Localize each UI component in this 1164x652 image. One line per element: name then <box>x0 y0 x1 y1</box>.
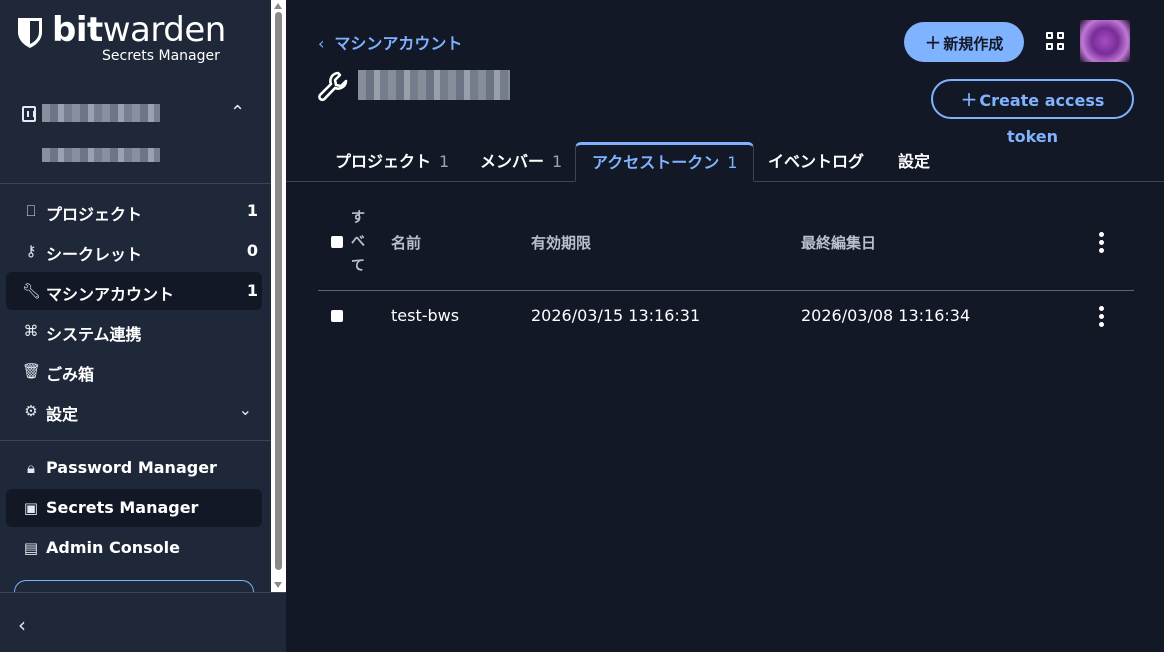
row-checkbox[interactable] <box>331 310 343 322</box>
plus-icon: + <box>924 30 942 54</box>
sidebar-item-label: システム連携 <box>46 325 142 344</box>
organization-name-redacted <box>42 104 160 122</box>
tab-projects[interactable]: プロジェクト 1 <box>335 142 449 182</box>
organization-subtitle-redacted <box>42 148 160 162</box>
sidebar-footer: ‹ <box>0 592 286 652</box>
sidebar-item-label: プロジェクト <box>46 205 143 224</box>
key-icon: ⚷ <box>25 242 37 260</box>
cell-name: test-bws <box>391 306 460 325</box>
sidebar-scrollbar[interactable] <box>271 0 286 592</box>
product-switcher-password-manager[interactable]: 🔒︎ Password Manager <box>6 449 262 487</box>
product-label: Password Manager <box>46 458 217 477</box>
product-name: Secrets Manager <box>102 48 220 64</box>
cell-last-edited: 2026/03/08 13:16:34 <box>801 306 971 325</box>
product-switcher-grid-icon[interactable] <box>1046 32 1064 50</box>
create-access-token-button[interactable]: + Create access token <box>931 79 1134 146</box>
wrench-icon <box>318 71 348 102</box>
scroll-down-arrow-icon[interactable] <box>274 582 282 588</box>
sidebar-divider <box>0 183 271 184</box>
plus-icon: + <box>960 87 978 111</box>
sidebar-item-label: ごみ箱 <box>46 365 95 384</box>
main-content: ‹ マシンアカウント + 新規作成 + Create access token プロジ… <box>286 0 1164 652</box>
sidebar-item-label: 設定 <box>46 405 79 424</box>
building-icon: ▤ <box>23 539 39 557</box>
terminal-icon: ▣ <box>23 499 39 517</box>
bitwarden-logo[interactable]: bitwarden Secrets Manager <box>16 10 236 70</box>
column-header-last-edited[interactable]: 最終編集日 <box>801 232 876 253</box>
table-header-divider <box>318 290 1134 291</box>
sidebar-item-count: 0 <box>246 241 258 260</box>
scroll-up-arrow-icon[interactable] <box>274 3 282 9</box>
sidebar-partial-button[interactable] <box>14 580 254 592</box>
sidebar-item-count: 1 <box>246 281 258 300</box>
organization-switcher[interactable]: ⌃ <box>18 100 268 170</box>
sidebar-divider <box>0 440 271 441</box>
sidebar-item-secrets[interactable]: ⚷ シークレット 0 <box>6 232 262 270</box>
collapse-sidebar-chevron-left-icon[interactable]: ‹ <box>18 615 38 635</box>
sidebar-item-label: シークレット <box>46 245 143 264</box>
machine-account-name-redacted <box>358 70 510 100</box>
product-switcher-admin-console[interactable]: ▤ Admin Console <box>6 529 262 567</box>
sidebar-item-integrations[interactable]: ⌘ システム連携 <box>6 312 262 350</box>
sidebar-item-settings[interactable]: ⚙ 設定 ⌄ <box>6 392 262 430</box>
sidebar-item-label: マシンアカウント <box>46 285 175 304</box>
brand-name: bitwarden <box>52 10 226 50</box>
building-icon <box>22 106 36 122</box>
bulk-actions-kebab-icon[interactable] <box>1099 232 1105 254</box>
row-actions-kebab-icon[interactable] <box>1099 306 1105 328</box>
back-to-machine-accounts-link[interactable]: ‹ マシンアカウント <box>318 30 462 54</box>
integrations-icon: ⌘ <box>23 322 39 340</box>
chevron-down-icon: ⌄ <box>238 400 252 419</box>
wrench-icon: 🔧︎ <box>22 282 42 300</box>
trash-icon: 🗑︎ <box>22 362 42 380</box>
chevron-left-icon: ‹ <box>318 34 325 53</box>
sidebar-item-machine-accounts[interactable]: 🔧︎ マシンアカウント 1 <box>6 272 262 310</box>
column-header-expires[interactable]: 有効期限 <box>531 232 591 253</box>
sidebar-item-projects[interactable]: ⎕ プロジェクト 1 <box>6 192 262 230</box>
gear-icon: ⚙ <box>24 402 38 420</box>
shield-icon <box>18 18 42 48</box>
tab-settings[interactable]: 設定 <box>898 142 930 182</box>
select-all-label: す べ て <box>351 210 365 274</box>
tab-event-logs[interactable]: イベントログ <box>768 142 864 182</box>
column-header-name[interactable]: 名前 <box>391 232 421 253</box>
sidebar: bitwarden Secrets Manager ⌃ ⎕ プロジェクト 1 ⚷… <box>0 0 271 652</box>
chevron-up-icon[interactable]: ⌃ <box>230 102 245 123</box>
sidebar-item-count: 1 <box>246 201 258 220</box>
account-avatar[interactable] <box>1080 20 1130 62</box>
product-label: Admin Console <box>46 538 180 557</box>
tab-members[interactable]: メンバー 1 <box>480 142 562 182</box>
new-item-button[interactable]: + 新規作成 <box>904 22 1024 62</box>
scrollbar-thumb[interactable] <box>275 12 282 570</box>
projects-icon: ⎕ <box>26 202 36 220</box>
sidebar-item-trash[interactable]: 🗑︎ ごみ箱 <box>6 352 262 390</box>
lock-icon: 🔒︎ <box>27 459 35 477</box>
cell-expires: 2026/03/15 13:16:31 <box>531 306 701 325</box>
product-switcher-secrets-manager[interactable]: ▣ Secrets Manager <box>6 489 262 527</box>
tab-access-tokens[interactable]: アクセストークン 1 <box>575 142 755 182</box>
select-all-checkbox[interactable] <box>331 236 343 248</box>
product-label: Secrets Manager <box>46 498 199 517</box>
